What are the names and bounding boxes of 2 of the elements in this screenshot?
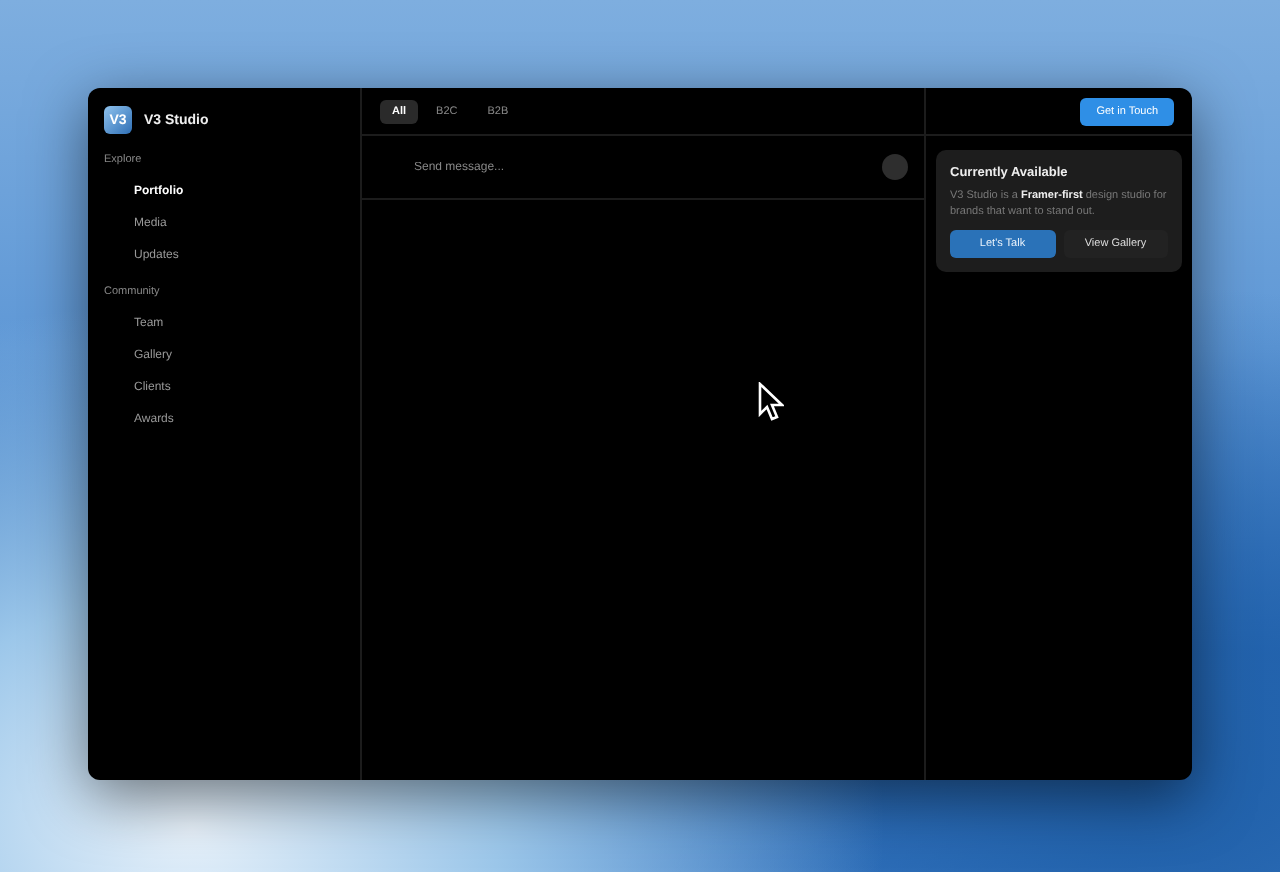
mouse-pointer-icon: [758, 382, 784, 422]
send-button[interactable]: [882, 154, 908, 180]
